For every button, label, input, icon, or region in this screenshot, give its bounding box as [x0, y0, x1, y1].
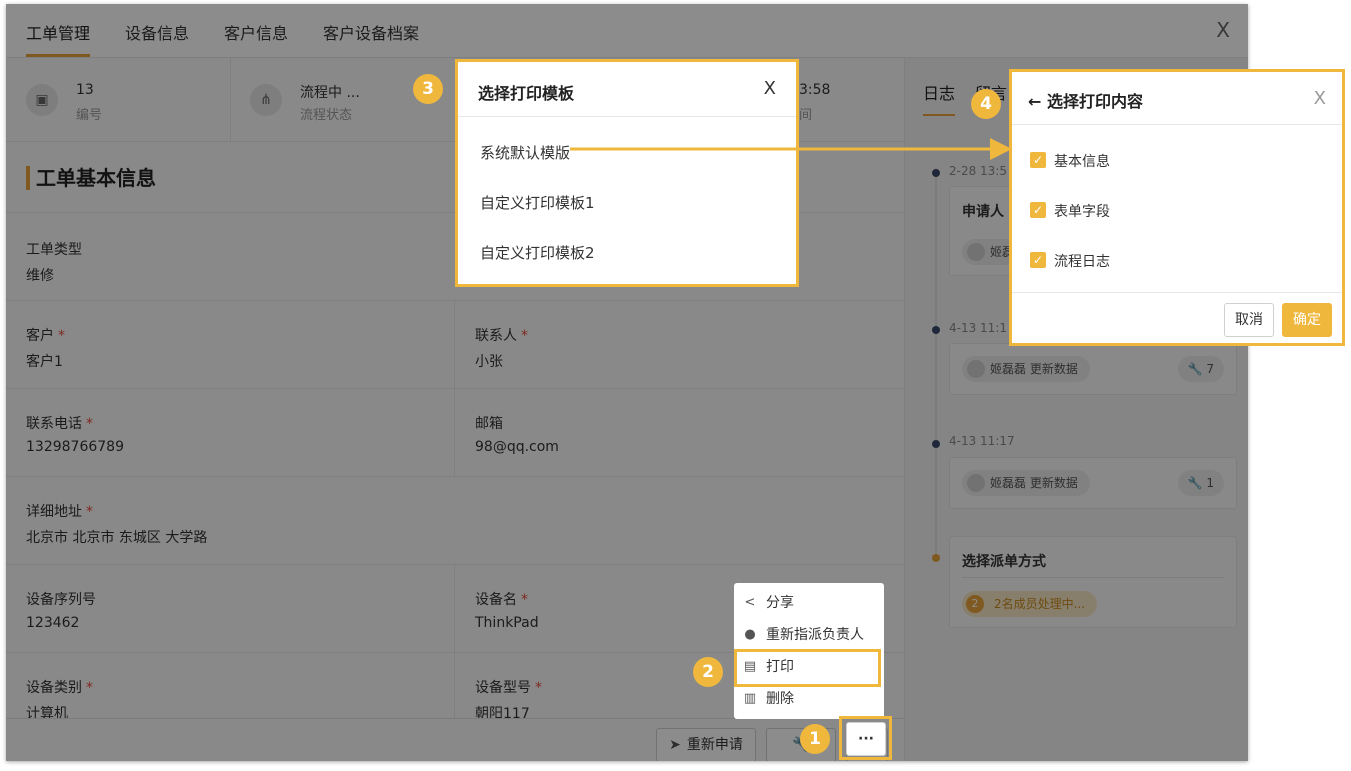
trash-icon: ▥ [743, 691, 757, 706]
share-icon: < [744, 595, 756, 610]
menu-item-delete[interactable]: ▥ 删除 [734, 683, 884, 715]
step-badge-2: 2 [693, 657, 723, 687]
template-dialog-highlight [455, 59, 799, 287]
content-dialog-highlight [1009, 69, 1345, 346]
menu-item-reassign[interactable]: ● 重新指派负责人 [734, 619, 884, 651]
step-badge-4: 4 [971, 89, 1001, 119]
menu-item-share[interactable]: < 分享 [734, 587, 884, 619]
user-icon: ● [744, 627, 756, 642]
more-button-highlight [839, 716, 892, 760]
step-badge-1: 1 [800, 724, 830, 754]
print-highlight [734, 649, 881, 687]
step-badge-3: 3 [413, 74, 443, 104]
connector-arrow [570, 138, 1012, 160]
